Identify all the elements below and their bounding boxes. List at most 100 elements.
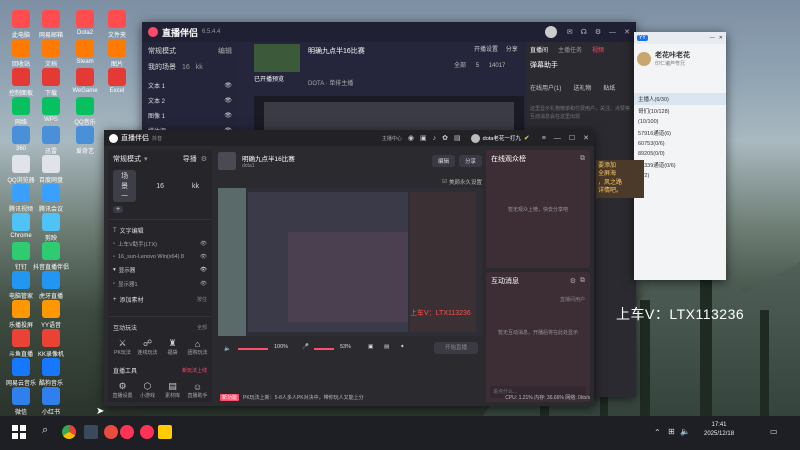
- close-icon[interactable]: ✕: [719, 35, 723, 41]
- avatar[interactable]: [637, 51, 651, 66]
- share-button[interactable]: 分享: [458, 155, 482, 167]
- record-icon[interactable]: ◉: [408, 134, 414, 142]
- headset-icon[interactable]: ☊: [581, 28, 587, 36]
- side-tab[interactable]: 主播任务: [558, 45, 582, 54]
- scene-tab-active[interactable]: 场景一: [113, 170, 137, 202]
- network-icon[interactable]: ⊞: [668, 427, 675, 436]
- tool-item[interactable]: ☍ 连线玩法: [136, 338, 160, 356]
- scene-tab[interactable]: kk: [184, 182, 207, 191]
- tool-item[interactable]: ⚔ PK玩法: [111, 338, 135, 356]
- stream-cover[interactable]: [218, 152, 236, 170]
- eye-icon[interactable]: 👁: [200, 267, 207, 273]
- source-item[interactable]: 文本 1 👁: [148, 78, 232, 93]
- tool-item[interactable]: ⌂ 团购玩法: [186, 339, 210, 356]
- checkbox[interactable]: ☑: [442, 179, 447, 185]
- scene-tab[interactable]: 16: [182, 64, 190, 71]
- add-material-button[interactable]: 添加素材: [120, 295, 144, 304]
- source-item[interactable]: 图像 1 👁: [148, 108, 232, 123]
- eye-icon[interactable]: 👁: [200, 281, 207, 287]
- search-icon[interactable]: ⌕: [42, 424, 48, 437]
- add-scene-icon[interactable]: +: [113, 206, 123, 213]
- tray-chevron-icon[interactable]: ⌃: [654, 428, 661, 437]
- add-icon[interactable]: +: [113, 297, 117, 303]
- desktop-icon[interactable]: 爱奇艺: [63, 126, 107, 155]
- desktop-icon[interactable]: 剪映: [29, 213, 73, 242]
- message-icon[interactable]: ✉: [567, 28, 573, 36]
- start-settings-link[interactable]: 开播设置: [474, 47, 498, 53]
- yy-contact-group[interactable]: 12339通道(0/6): [634, 159, 726, 171]
- desktop-icon[interactable]: 腾讯会议: [29, 184, 73, 213]
- layout-icon[interactable]: ▣: [420, 134, 427, 142]
- chevron-down-icon[interactable]: ▾: [144, 155, 148, 163]
- tools-new-badge[interactable]: 新玩法上线: [182, 367, 207, 374]
- side-tab[interactable]: 直播间: [530, 45, 548, 54]
- start-stream-button[interactable]: 开始直播: [434, 342, 478, 354]
- eye-icon[interactable]: 👁: [224, 112, 232, 119]
- tool-item[interactable]: ⬡ 小游戏: [136, 381, 160, 399]
- source-item[interactable]: ▾ 显示器 👁: [113, 263, 207, 277]
- desktop-icon[interactable]: 百度网盘: [29, 155, 73, 184]
- status-text[interactable]: PK玩法上新：5-8人多人PK对决中，带你玩人又能上分: [243, 394, 364, 401]
- avatar[interactable]: [544, 26, 557, 38]
- yy-contact-group[interactable]: 主播人(6/30): [634, 93, 726, 105]
- settings-icon[interactable]: ⚙: [595, 28, 601, 36]
- share-link[interactable]: 分享: [506, 47, 518, 53]
- desktop-icon[interactable]: YY语音: [29, 300, 73, 329]
- tool-item[interactable]: ⚙ 直播设置: [111, 381, 135, 399]
- streaming-app-icon[interactable]: [120, 425, 134, 439]
- mic-icon[interactable]: ♪: [433, 135, 437, 142]
- effects-icon[interactable]: ✦: [400, 344, 405, 350]
- side-tab[interactable]: 视频: [592, 45, 604, 54]
- eye-icon[interactable]: 👁: [200, 241, 207, 247]
- notification-icon[interactable]: ▭: [770, 427, 778, 436]
- source-item[interactable]: 文本 2 👁: [148, 93, 232, 108]
- desktop-icon[interactable]: 文件夹: [95, 10, 139, 39]
- desktop-icon[interactable]: KK录像机: [29, 329, 73, 358]
- avatar[interactable]: [470, 133, 480, 143]
- desktop-icon[interactable]: Excel: [95, 68, 139, 94]
- volume-slider[interactable]: [238, 348, 268, 350]
- yy-contact-group[interactable]: (10/100): [634, 117, 726, 127]
- menu-icon[interactable]: ≡: [542, 135, 546, 142]
- preview-canvas[interactable]: 上车V：LTX113236: [218, 188, 482, 336]
- tool-item[interactable]: ☺ 直播助手: [186, 382, 210, 399]
- yy-app-icon[interactable]: [158, 425, 172, 439]
- desktop-icon[interactable]: 图片: [95, 39, 139, 68]
- expand-icon[interactable]: ⧉: [580, 277, 585, 285]
- front-mode[interactable]: 常规模式: [113, 154, 141, 164]
- yy-contact-group[interactable]: 89205(0/0): [634, 149, 726, 159]
- source-item[interactable]: ▫ 上车V助手(LTX) 👁: [113, 237, 207, 251]
- desktop-icon[interactable]: QQ音乐: [63, 97, 107, 126]
- close-icon[interactable]: ✕: [583, 134, 589, 142]
- yy-contact-group[interactable]: 哥们(10/128): [634, 105, 726, 117]
- yy-contact-group[interactable]: 60753(0/6): [634, 139, 726, 149]
- right-tab[interactable]: 贴纸: [603, 83, 615, 92]
- desktop-icon[interactable]: 虎牙直播: [29, 271, 73, 300]
- clock[interactable]: 17:41 2025/12/18: [704, 421, 734, 439]
- mic-slider[interactable]: [314, 348, 334, 350]
- host-center-link[interactable]: 主播中心: [382, 135, 402, 142]
- import-button[interactable]: 导播: [183, 154, 197, 164]
- close-icon[interactable]: ✕: [624, 28, 630, 36]
- settings-icon[interactable]: ⚙: [201, 155, 207, 163]
- minimize-icon[interactable]: —: [609, 29, 616, 36]
- tool-item[interactable]: ▤ 素材库: [161, 381, 185, 399]
- chart-icon[interactable]: ▤: [454, 134, 461, 142]
- scene-tab[interactable]: 16: [148, 182, 172, 191]
- eye-icon[interactable]: 👁: [224, 97, 232, 104]
- camera-icon[interactable]: ▣: [368, 344, 373, 350]
- back-mode[interactable]: 常规模式: [148, 46, 176, 56]
- edit-button[interactable]: 编辑: [431, 155, 455, 167]
- app-icon[interactable]: [84, 425, 98, 439]
- minimize-icon[interactable]: —: [554, 135, 561, 142]
- speaker-icon[interactable]: 🔈: [224, 346, 231, 352]
- yy-contact-group[interactable]: (2/2): [634, 171, 726, 181]
- eye-icon[interactable]: 👁: [200, 254, 207, 260]
- source-item[interactable]: ▫ 16_sun-Lenovo Win(x64) 8 👁: [113, 251, 207, 263]
- yy-contact-group[interactable]: 57916通道(6): [634, 127, 726, 139]
- gift-icon[interactable]: ✿: [442, 134, 448, 142]
- source-item[interactable]: ▫ 显示器1 👁: [113, 277, 207, 291]
- eye-icon[interactable]: 👁: [224, 82, 232, 89]
- scene-tab[interactable]: kk: [196, 64, 203, 71]
- start-icon[interactable]: [12, 425, 26, 439]
